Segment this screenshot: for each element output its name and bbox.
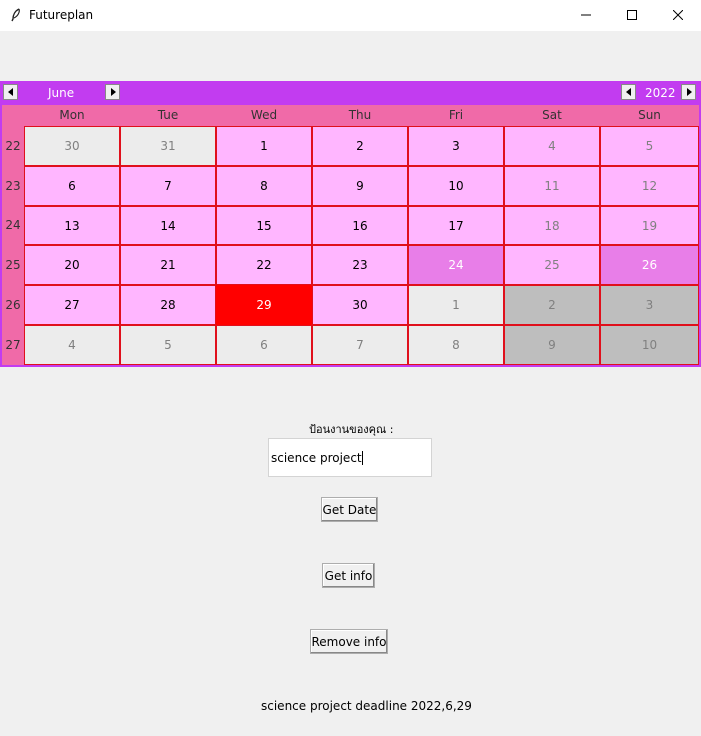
- remove-info-button[interactable]: Remove info: [310, 629, 388, 654]
- calendar-day[interactable]: 13: [24, 206, 120, 245]
- calendar-widget: June 2022 30 31 1 2 3 4 5 6 7 8 9 10 11 12 13 14 15 16 17 1…: [0, 81, 701, 367]
- year-label: 2022: [645, 86, 676, 100]
- calendar-day[interactable]: 17: [408, 206, 504, 245]
- calendar-day[interactable]: 4: [504, 126, 600, 166]
- get-date-button[interactable]: Get Date: [321, 497, 378, 522]
- minimize-button[interactable]: [563, 0, 609, 31]
- next-year-button[interactable]: [681, 84, 696, 100]
- calendar-day[interactable]: 19: [600, 206, 699, 245]
- calendar-day[interactable]: 11: [504, 166, 600, 206]
- calendar-day[interactable]: 14: [120, 206, 216, 245]
- triangle-left-icon: [625, 85, 633, 99]
- weekday-header-thu: Thu: [348, 108, 372, 122]
- calendar-day[interactable]: 23: [312, 245, 408, 285]
- triangle-right-icon: [685, 85, 693, 99]
- week-number: 26: [5, 298, 21, 312]
- week-number: 23: [5, 179, 21, 193]
- calendar-day-other-month[interactable]: 31: [120, 126, 216, 166]
- calendar-header: June 2022: [0, 81, 701, 105]
- get-info-button[interactable]: Get info: [322, 563, 375, 588]
- get-info-button-label: Get info: [324, 568, 373, 583]
- calendar-day[interactable]: 21: [120, 245, 216, 285]
- calendar-day-other-month[interactable]: 1: [408, 285, 504, 325]
- calendar-day-other-month[interactable]: 9: [504, 325, 600, 365]
- calendar-day[interactable]: 8: [216, 166, 312, 206]
- calendar-day[interactable]: 1: [216, 126, 312, 166]
- week-number: 25: [5, 258, 21, 272]
- calendar-day-other-month[interactable]: 8: [408, 325, 504, 365]
- calendar-day[interactable]: 26: [600, 245, 699, 285]
- weekday-header-sat: Sat: [542, 108, 562, 122]
- calendar-day[interactable]: 20: [24, 245, 120, 285]
- deadline-status-text: science project deadline 2022,6,29: [261, 699, 472, 713]
- title-bar: Futureplan: [0, 0, 701, 32]
- calendar-day[interactable]: 7: [120, 166, 216, 206]
- calendar-day[interactable]: 10: [408, 166, 504, 206]
- week-number: 22: [5, 139, 21, 153]
- calendar-day[interactable]: 6: [24, 166, 120, 206]
- window-title: Futureplan: [29, 8, 94, 22]
- close-button[interactable]: [655, 0, 701, 31]
- calendar-day-other-month[interactable]: 6: [216, 325, 312, 365]
- task-entry-value: science project: [271, 450, 362, 465]
- calendar-day-other-month[interactable]: 5: [120, 325, 216, 365]
- weekday-header-fri: Fri: [448, 108, 464, 122]
- weekday-header-sun: Sun: [638, 108, 661, 122]
- close-icon: [672, 9, 684, 23]
- triangle-right-icon: [109, 85, 117, 99]
- calendar-day[interactable]: 16: [312, 206, 408, 245]
- calendar-day[interactable]: 15: [216, 206, 312, 245]
- next-month-button[interactable]: [105, 84, 120, 100]
- feather-icon: [8, 7, 24, 23]
- task-entry-label: ป้อนงานของคุณ :: [309, 423, 394, 436]
- calendar-day-other-month[interactable]: 3: [600, 285, 699, 325]
- calendar-day[interactable]: 29: [216, 285, 312, 325]
- prev-month-button[interactable]: [3, 84, 18, 100]
- day-grid: 30 31 1 2 3 4 5 6 7 8 9 10 11 12 13 14 15 16 17 18 19 20 21 22 2…: [24, 126, 699, 365]
- task-entry-field[interactable]: science project: [268, 438, 432, 477]
- prev-year-button[interactable]: [621, 84, 636, 100]
- get-date-button-label: Get Date: [322, 502, 377, 517]
- weekday-header-mon: Mon: [59, 108, 85, 122]
- remove-info-button-label: Remove info: [311, 634, 387, 649]
- calendar-day-other-month[interactable]: 2: [504, 285, 600, 325]
- month-label: June: [48, 86, 75, 100]
- calendar-day[interactable]: 24: [408, 245, 504, 285]
- calendar-day[interactable]: 27: [24, 285, 120, 325]
- calendar-body: 30 31 1 2 3 4 5 6 7 8 9 10 11 12 13 14 15 16 17 18 19 20 21 22 2…: [2, 105, 699, 365]
- calendar-day-other-month[interactable]: 7: [312, 325, 408, 365]
- calendar-day[interactable]: 18: [504, 206, 600, 245]
- calendar-day[interactable]: 2: [312, 126, 408, 166]
- calendar-day[interactable]: 5: [600, 126, 699, 166]
- calendar-day[interactable]: 12: [600, 166, 699, 206]
- week-number: 27: [5, 338, 21, 352]
- maximize-button[interactable]: [609, 0, 655, 31]
- calendar-day[interactable]: 22: [216, 245, 312, 285]
- week-number: 24: [5, 218, 21, 232]
- calendar-day[interactable]: 30: [312, 285, 408, 325]
- calendar-day[interactable]: 28: [120, 285, 216, 325]
- weekday-header-tue: Tue: [157, 108, 179, 122]
- calendar-day[interactable]: 25: [504, 245, 600, 285]
- calendar-day-other-month[interactable]: 30: [24, 126, 120, 166]
- calendar-day-other-month[interactable]: 4: [24, 325, 120, 365]
- minimize-icon: [581, 9, 591, 23]
- triangle-left-icon: [7, 85, 15, 99]
- maximize-icon: [627, 9, 637, 23]
- weekday-header-wed: Wed: [250, 108, 278, 122]
- calendar-day[interactable]: 3: [408, 126, 504, 166]
- calendar-day-other-month[interactable]: 10: [600, 325, 699, 365]
- text-caret: [361, 450, 363, 465]
- calendar-day[interactable]: 9: [312, 166, 408, 206]
